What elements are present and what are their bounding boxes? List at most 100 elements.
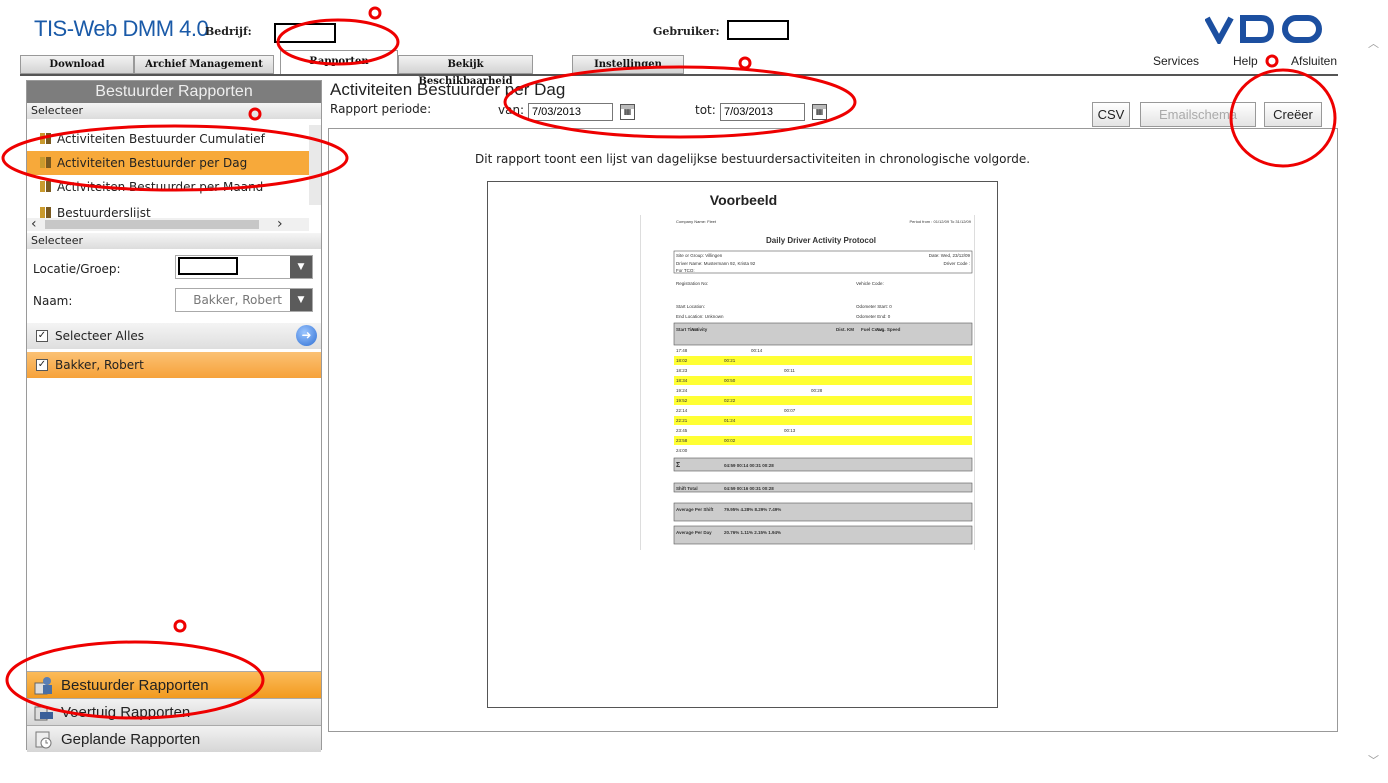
- sample-text: Avg. Speed: [876, 327, 901, 332]
- report-book-icon: [40, 181, 51, 192]
- help-link[interactable]: Help: [1233, 54, 1258, 68]
- sample-text: 00:13: [784, 428, 796, 433]
- go-arrow-icon[interactable]: ➜: [296, 325, 317, 346]
- sample-text: Start Location:: [676, 304, 705, 309]
- sample-row-highlight: [674, 396, 972, 405]
- sample-text: 00:50: [724, 378, 736, 383]
- name-select-value: Bakker, Robert: [193, 293, 282, 307]
- chevron-down-icon[interactable]: ▼: [290, 256, 312, 278]
- tab-reports[interactable]: Rapporten: [280, 50, 398, 75]
- scroll-right-icon[interactable]: ›: [277, 217, 283, 231]
- create-button[interactable]: Creëer: [1264, 102, 1322, 127]
- select-section-label: Selecteer: [27, 103, 321, 119]
- driver-checkbox[interactable]: ✓: [36, 359, 48, 371]
- sample-avg-day-row: [673, 525, 973, 545]
- nav-label: Bestuurder Rapporten: [61, 677, 209, 694]
- sample-text: Date: Wed, 23/12/09: [929, 253, 971, 258]
- sample-text: 00:11: [784, 368, 795, 373]
- report-description: Dit rapport toont een lijst van dagelijk…: [475, 152, 1031, 166]
- calendar-icon[interactable]: ▦: [812, 104, 827, 120]
- to-date-input[interactable]: [720, 103, 805, 121]
- nav-driver-reports[interactable]: Bestuurder Rapporten: [27, 671, 321, 698]
- company-field-redacted: [274, 23, 336, 43]
- report-item-per-day[interactable]: Activiteiten Bestuurder per Dag: [27, 151, 309, 175]
- location-select[interactable]: ▼: [175, 255, 313, 279]
- select-all-checkbox[interactable]: ✓: [36, 330, 48, 342]
- scroll-down-icon[interactable]: ﹀: [1368, 752, 1379, 768]
- sample-text: Shift Total: [676, 486, 698, 491]
- vehicle-report-icon: [34, 706, 53, 721]
- report-item-per-month[interactable]: Activiteiten Bestuurder per Maand: [27, 175, 309, 199]
- csv-button[interactable]: CSV: [1092, 102, 1130, 127]
- scroll-left-icon[interactable]: ‹: [31, 217, 37, 231]
- user-label: Gebruiker:: [653, 25, 720, 38]
- company-label: Bedrijf:: [205, 25, 252, 38]
- sample-text: Activity: [691, 327, 708, 332]
- report-item-cumulative[interactable]: Activiteiten Bestuurder Cumulatief: [27, 127, 309, 151]
- sample-row-highlight: [674, 416, 972, 425]
- nav-vehicle-reports[interactable]: Voertuig Rapporten: [27, 698, 321, 725]
- sample-text: Driver Name: Mustermann 92, Krista 92: [676, 261, 756, 266]
- sample-text: Vehicle Code:: [856, 281, 884, 286]
- from-label: van:: [498, 103, 525, 117]
- preview-panel: Voorbeeld Company Name: Fleet Period from…: [487, 181, 998, 708]
- chevron-down-icon[interactable]: ▼: [290, 289, 312, 311]
- sample-row-highlight: [674, 376, 972, 385]
- report-item-driver-list[interactable]: Bestuurderslijst: [27, 201, 309, 219]
- scroll-up-icon[interactable]: ︿: [1368, 35, 1379, 51]
- report-item-label: Activiteiten Bestuurder per Dag: [57, 156, 248, 170]
- sample-report-image: Company Name: Fleet Period from : 01/12/0…: [640, 215, 975, 550]
- period-label: Rapport periode:: [330, 102, 432, 116]
- sample-row-time: 22:21: [676, 418, 688, 423]
- tab-view-availability[interactable]: Bekijk Beschikbaarheid: [398, 55, 533, 87]
- nav-label: Geplande Rapporten: [61, 731, 201, 748]
- sample-text: 02:22: [724, 398, 736, 403]
- sample-text: 00:21: [724, 358, 736, 363]
- page-title: Activiteiten Bestuurder per Dag: [330, 80, 566, 99]
- select-all-row[interactable]: ✓ Selecteer Alles ➜: [27, 323, 321, 349]
- sample-text: Company Name: Fleet: [676, 219, 717, 224]
- sample-text: Driver Code :: [943, 261, 970, 266]
- sample-text: Σ: [676, 462, 680, 469]
- tab-settings[interactable]: Instellingen: [572, 55, 684, 74]
- name-select[interactable]: Bakker, Robert ▼: [175, 288, 313, 312]
- select-all-label: Selecteer Alles: [55, 329, 145, 343]
- sample-text: Period from : 01/12/09 To 31/12/09: [909, 219, 971, 224]
- calendar-icon[interactable]: ▦: [620, 104, 635, 120]
- scheduled-report-icon: [35, 731, 52, 749]
- from-date-input[interactable]: [528, 103, 613, 121]
- sample-text: 01:24: [724, 418, 736, 423]
- sample-text: Site or Group: Villingen: [676, 253, 723, 258]
- tab-download[interactable]: Download: [20, 55, 134, 74]
- sample-text: Registration No:: [676, 281, 708, 286]
- page-vscrollbar[interactable]: ︿ ﹀: [1366, 30, 1380, 770]
- driver-row[interactable]: ✓ Bakker, Robert: [27, 352, 321, 378]
- nav-label: Voertuig Rapporten: [61, 704, 191, 721]
- email-schedule-button[interactable]: Emailschema: [1140, 102, 1256, 127]
- report-list-vscrollbar[interactable]: [309, 125, 321, 205]
- services-link[interactable]: Services: [1153, 54, 1199, 68]
- driver-report-icon: [34, 677, 52, 695]
- sample-text: For TCO:: [676, 268, 695, 273]
- report-list-hscrollbar[interactable]: ‹ ›: [27, 217, 309, 231]
- sidebar-title: Bestuurder Rapporten: [27, 81, 321, 103]
- sample-row-time: 17:48: [676, 348, 688, 353]
- location-label: Locatie/Groep:: [33, 262, 121, 276]
- select-section-label-2: Selecteer: [27, 233, 321, 249]
- sample-report-drawing: Company Name: Fleet Period from : 01/12/0…: [673, 219, 973, 545]
- report-item-label: Activiteiten Bestuurder Cumulatief: [57, 132, 265, 146]
- sample-row-time: 23:45: [676, 428, 688, 433]
- sample-avg-shift-row: [673, 502, 973, 522]
- user-field-redacted: [727, 20, 789, 40]
- app-title: TIS-Web DMM 4.0: [34, 16, 209, 41]
- close-link[interactable]: Afsluiten: [1291, 54, 1337, 68]
- tab-archive-management[interactable]: Archief Management: [134, 55, 274, 74]
- hscroll-thumb[interactable]: [45, 220, 259, 229]
- sample-text: Odometer Start: 0: [856, 304, 892, 309]
- sample-text: 04:59 00:16 00:31 00:28: [724, 486, 774, 491]
- sample-text: 79.95% 4.28% 8.29% 7.49%: [724, 507, 781, 512]
- sample-row-time: 19:52: [676, 398, 688, 403]
- report-list: Activiteiten Bestuurder Cumulatief Activ…: [27, 125, 309, 219]
- sample-sum-row: [673, 457, 973, 472]
- nav-scheduled-reports[interactable]: Geplande Rapporten: [27, 725, 321, 752]
